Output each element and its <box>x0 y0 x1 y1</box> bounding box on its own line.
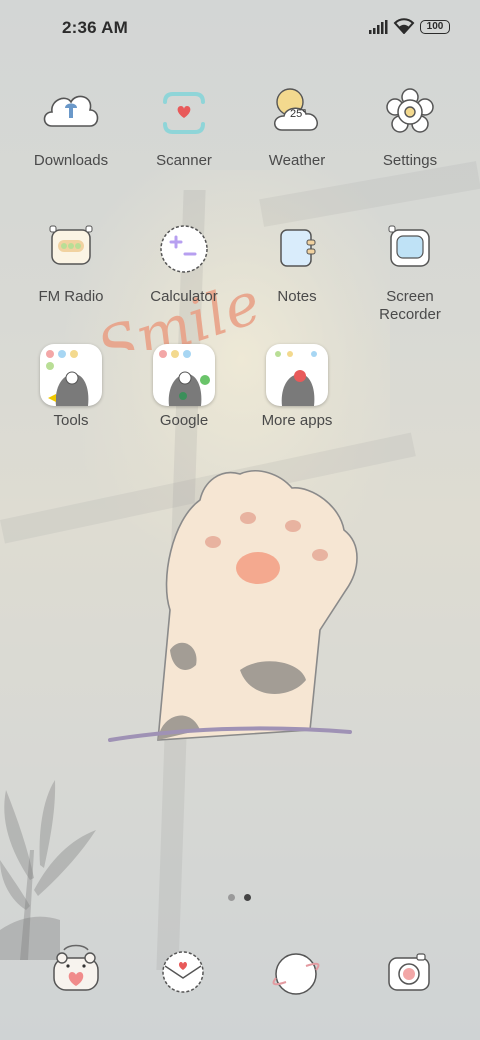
scanner-icon <box>151 80 217 146</box>
app-calculator[interactable]: Calculator <box>129 216 239 306</box>
app-label: Notes <box>277 288 317 305</box>
app-downloads[interactable]: Downloads <box>16 80 126 170</box>
browser-planet-icon <box>272 953 320 995</box>
folder-tools[interactable]: Tools <box>16 344 126 430</box>
gear-flower-icon <box>377 80 443 146</box>
bear-phone-icon <box>53 944 99 991</box>
app-label: Scanner <box>156 152 212 169</box>
downloads-icon <box>38 80 104 146</box>
folder-label: More apps <box>261 412 333 429</box>
notes-icon <box>264 216 330 282</box>
camera-icon <box>388 953 430 991</box>
app-settings[interactable]: Settings <box>355 80 465 170</box>
folder-icon <box>153 344 215 406</box>
cellular-signal-icon <box>369 20 388 34</box>
status-bar: 2:36 AM 100 <box>0 0 480 56</box>
weather-sun-cloud-icon: 25° <box>264 80 330 146</box>
folder-icon <box>266 344 328 406</box>
app-label: Downloads <box>33 152 109 169</box>
app-scanner[interactable]: Scanner <box>129 80 239 170</box>
dock-messages[interactable] <box>153 942 213 1002</box>
wallpaper-cat-paw <box>108 470 358 742</box>
folder-label: Tools <box>53 412 89 429</box>
app-label: FM Radio <box>38 288 104 305</box>
folder-more-apps[interactable]: More apps <box>242 344 352 430</box>
weather-temp: 25° <box>290 108 307 120</box>
wifi-icon <box>393 18 415 34</box>
dock-phone[interactable] <box>46 942 106 1002</box>
folder-label: Google <box>159 412 209 429</box>
page-dot-active[interactable] <box>244 894 251 901</box>
app-fm-radio[interactable]: FM Radio <box>16 216 126 306</box>
app-label: Weather <box>268 152 326 169</box>
folder-icon <box>40 344 102 406</box>
app-weather[interactable]: 25° Weather <box>242 80 352 170</box>
app-notes[interactable]: Notes <box>242 216 352 306</box>
radio-icon <box>38 216 104 282</box>
battery-indicator: 100 <box>420 20 450 34</box>
app-label: Calculator <box>150 288 218 305</box>
wallpaper-plant-shadow <box>0 780 96 960</box>
app-screen-recorder[interactable]: Screen Recorder <box>355 216 465 324</box>
dock-camera[interactable] <box>379 942 439 1002</box>
tv-recorder-icon <box>377 216 443 282</box>
calculator-icon <box>151 216 217 282</box>
app-label: Settings <box>382 152 438 169</box>
messages-envelope-icon <box>162 951 204 993</box>
page-dot[interactable] <box>228 894 235 901</box>
dock-browser[interactable] <box>266 942 326 1002</box>
status-time: 2:36 AM <box>62 18 128 37</box>
app-label: Screen Recorder <box>379 288 441 323</box>
folder-google[interactable]: Google <box>129 344 239 430</box>
page-indicator <box>228 894 258 904</box>
